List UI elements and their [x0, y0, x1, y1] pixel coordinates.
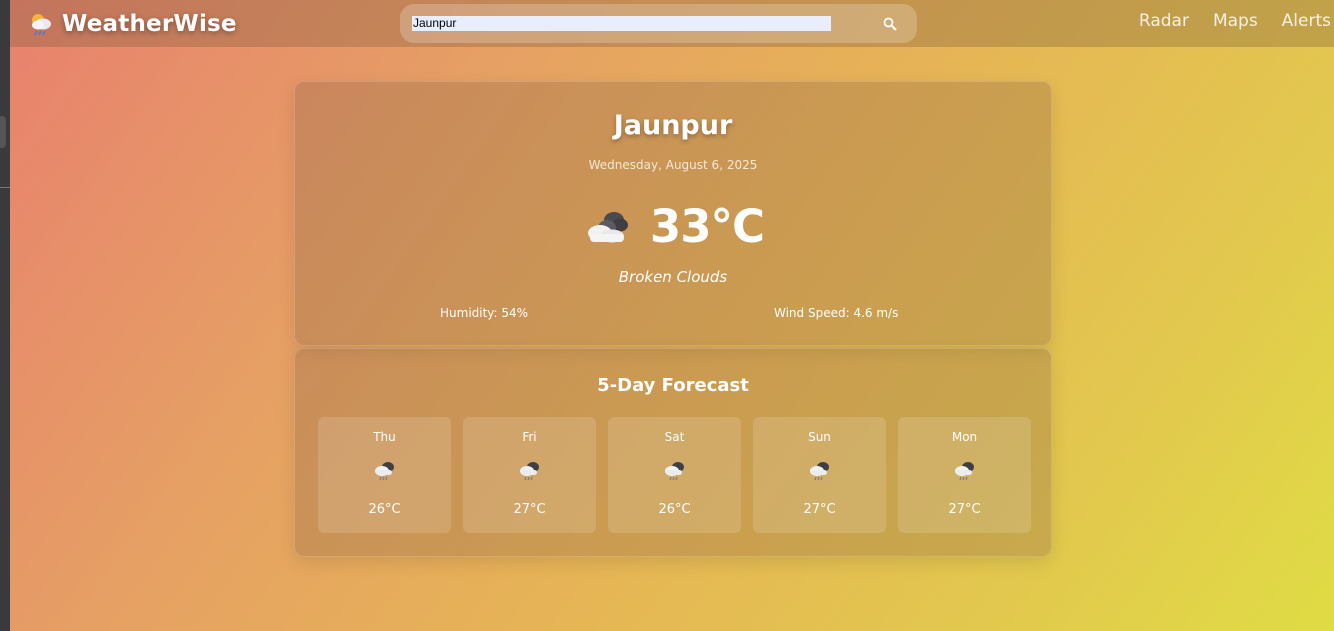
forecast-day-name: Thu [373, 430, 396, 444]
search-icon[interactable] [882, 16, 898, 32]
forecast-day-card[interactable]: Sat 26°C [608, 417, 741, 533]
temperature-row: 33°C [295, 198, 1051, 254]
current-weather-card: Jaunpur Wednesday, August 6, 2025 33°C B… [294, 81, 1052, 346]
forecast-day-card[interactable]: Thu 26°C [318, 417, 451, 533]
side-tab-handle[interactable] [0, 116, 6, 148]
forecast-card: 5-Day Forecast Thu 26°C Fri 27°C Sat 26°… [294, 348, 1052, 557]
forecast-day-temp: 26°C [658, 502, 691, 517]
brand-name: WeatherWise [62, 11, 237, 37]
current-date: Wednesday, August 6, 2025 [588, 158, 758, 172]
side-divider [0, 187, 10, 188]
nav-links: Radar Maps Alerts [1139, 11, 1331, 31]
current-temperature: 33°C [649, 199, 765, 253]
wind-speed-value: Wind Speed: 4.6 m/s [774, 306, 899, 320]
rain-cloud-icon [665, 462, 684, 481]
forecast-day-temp: 27°C [948, 502, 981, 517]
search-input[interactable] [412, 16, 831, 31]
search-bar [400, 4, 917, 43]
forecast-day-name: Mon [951, 430, 978, 444]
humidity-value: Humidity: 54% [440, 306, 529, 320]
forecast-day-card[interactable]: Sun 27°C [753, 417, 886, 533]
forecast-day-name: Fri [522, 430, 537, 444]
forecast-title: 5-Day Forecast [597, 375, 749, 396]
nav-link-radar[interactable]: Radar [1139, 11, 1189, 31]
forecast-day-name: Sun [808, 430, 831, 444]
forecast-day-card[interactable]: Mon 27°C [898, 417, 1031, 533]
weather-condition: Broken Clouds [618, 268, 728, 286]
nav-link-maps[interactable]: Maps [1213, 11, 1258, 31]
broken-clouds-icon [587, 212, 628, 243]
forecast-day-temp: 27°C [803, 502, 836, 517]
rain-cloud-icon [375, 462, 394, 481]
forecast-list: Thu 26°C Fri 27°C Sat 26°C Sun 27°C Mon … [318, 417, 1031, 533]
weather-logo-icon [32, 14, 51, 36]
forecast-day-temp: 26°C [368, 502, 401, 517]
nav-link-alerts[interactable]: Alerts [1282, 11, 1331, 31]
browser-side-strip [0, 0, 10, 631]
rain-cloud-icon [955, 462, 974, 481]
brand[interactable]: WeatherWise [28, 9, 237, 39]
forecast-day-temp: 27°C [513, 502, 546, 517]
forecast-day-name: Sat [664, 430, 685, 444]
forecast-day-card[interactable]: Fri 27°C [463, 417, 596, 533]
rain-cloud-icon [810, 462, 829, 481]
city-name: Jaunpur [613, 110, 733, 141]
top-navbar: WeatherWise Radar Maps Alerts [10, 0, 1334, 47]
rain-cloud-icon [520, 462, 539, 481]
